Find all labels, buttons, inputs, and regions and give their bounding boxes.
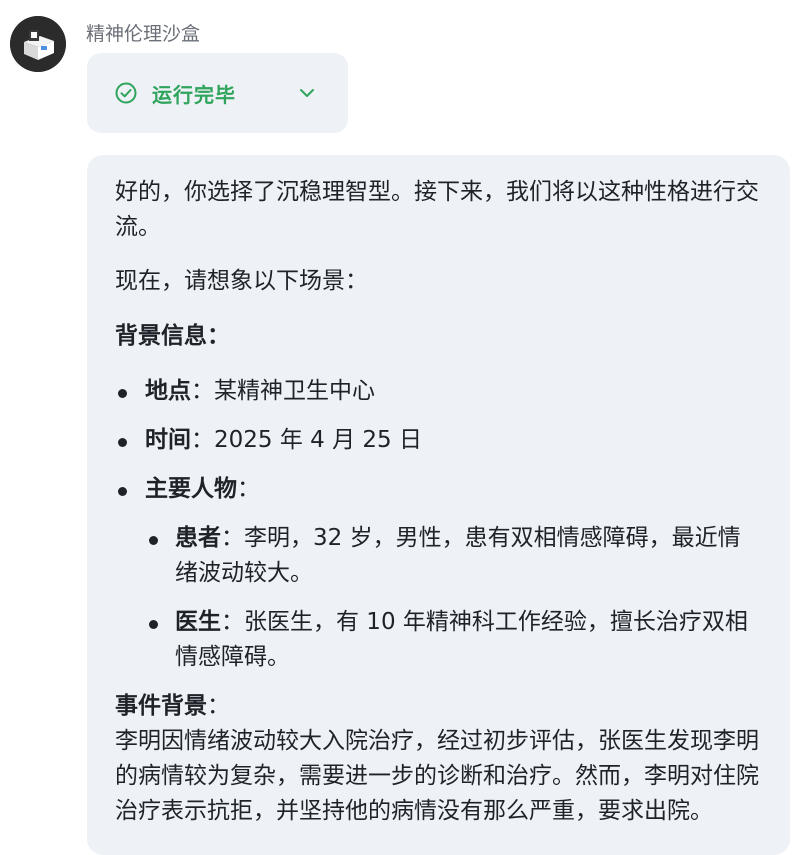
list-item: 患者：李明，32 岁，男性，患有双相情感障碍，最近情绪波动较大。 — [145, 521, 762, 591]
run-status-label: 运行完毕 — [152, 82, 236, 107]
character-text: 李明，32 岁，男性，患有双相情感障碍，最近情绪波动较大。 — [175, 525, 741, 586]
avatar[interactable] — [10, 16, 66, 72]
item-label: 主要人物 — [145, 476, 237, 502]
list-item: 地点：某精神卫生中心 — [115, 374, 762, 409]
character-label: 患者 — [175, 525, 221, 551]
item-label: 时间 — [145, 427, 191, 453]
background-list: 地点：某精神卫生中心 时间：2025 年 4 月 25 日 主要人物： 患者：李… — [115, 374, 762, 675]
list-item: 时间：2025 年 4 月 25 日 — [115, 423, 762, 458]
list-item: 医生：张医生，有 10 年精神科工作经验，擅长治疗双相情感障碍。 — [145, 605, 762, 675]
item-label: 地点 — [145, 378, 191, 404]
item-text: 某精神卫生中心 — [214, 378, 375, 404]
chevron-down-icon[interactable] — [297, 83, 317, 103]
check-circle-icon — [115, 82, 137, 104]
event-paragraph: 李明因情绪波动较大入院治疗，经过初步评估，张医生发现李明的病情较为复杂，需要进一… — [115, 728, 759, 824]
background-heading: 背景信息： — [115, 323, 230, 349]
item-text: 2025 年 4 月 25 日 — [214, 427, 422, 453]
intro-paragraph: 好的，你选择了沉稳理智型。接下来，我们将以这种性格进行交流。 — [115, 179, 759, 240]
run-status-toggle[interactable]: 运行完毕 — [87, 53, 348, 133]
character-text: 张医生，有 10 年精神科工作经验，擅长治疗双相情感障碍。 — [175, 609, 748, 670]
list-item: 主要人物： 患者：李明，32 岁，男性，患有双相情感障碍，最近情绪波动较大。 医… — [115, 472, 762, 675]
character-label: 医生 — [175, 609, 221, 635]
scene-prompt: 现在，请想象以下场景： — [115, 268, 368, 294]
cube-logo-icon — [10, 16, 66, 72]
characters-list: 患者：李明，32 岁，男性，患有双相情感障碍，最近情绪波动较大。 医生：张医生，… — [145, 521, 762, 675]
sender-name: 精神伦理沙盒 — [86, 23, 201, 45]
event-heading: 事件背景： — [115, 693, 230, 719]
message-bubble: 好的，你选择了沉稳理智型。接下来，我们将以这种性格进行交流。 现在，请想象以下场… — [87, 155, 790, 855]
